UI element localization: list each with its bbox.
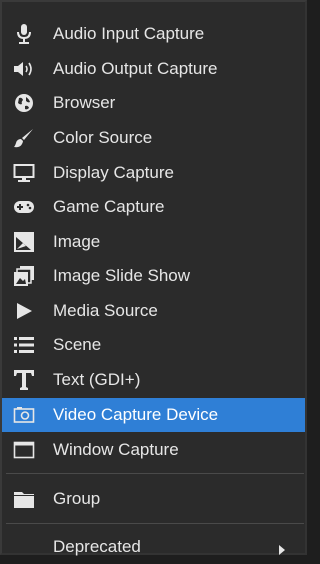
menu-item-browser[interactable]: Browser (2, 86, 305, 120)
menu-item-display-capture[interactable]: Display Capture (2, 156, 305, 190)
menu-item-label: Audio Output Capture (53, 59, 218, 78)
menu-item-label: Window Capture (53, 440, 179, 459)
gamepad-icon (12, 195, 36, 219)
menu-separator (6, 523, 304, 524)
menu-item-label: Browser (53, 93, 116, 112)
speaker-icon (12, 57, 36, 81)
paint-brush-icon (12, 126, 36, 150)
menu-item-color-source[interactable]: Color Source (2, 121, 305, 155)
menu-item-group[interactable]: Group (2, 482, 305, 516)
image-slideshow-icon (12, 264, 36, 288)
image-icon (12, 230, 36, 254)
menu-item-audio-input-capture[interactable]: Audio Input Capture (2, 17, 305, 51)
menu-item-image[interactable]: Image (2, 225, 305, 259)
play-icon (12, 299, 36, 323)
menu-item-media-source[interactable]: Media Source (2, 294, 305, 328)
menu-item-label: Text (GDI+) (53, 370, 141, 389)
window-icon (12, 438, 36, 462)
menu-item-game-capture[interactable]: Game Capture (2, 190, 305, 224)
submenu-arrow-icon (278, 541, 288, 555)
add-source-menu: Audio Input Capture Audio Output Capture… (0, 0, 307, 556)
menu-item-label: Image Slide Show (53, 266, 191, 285)
menu-separator (6, 473, 304, 474)
menu-item-text-gdi[interactable]: Text (GDI+) (2, 363, 305, 397)
menu-item-label: Group (53, 489, 101, 508)
menu-item-label: Color Source (53, 128, 153, 147)
menu-item-label: Image (53, 232, 101, 251)
menu-item-label: Scene (53, 335, 102, 354)
microphone-icon (12, 22, 36, 46)
menu-item-label: Game Capture (53, 197, 165, 216)
menu-item-label: Audio Input Capture (53, 24, 205, 43)
camera-icon (12, 403, 36, 427)
menu-item-window-capture[interactable]: Window Capture (2, 433, 305, 467)
menu-item-image-slide-show[interactable]: Image Slide Show (2, 259, 305, 293)
menu-item-deprecated[interactable]: Deprecated (2, 530, 305, 564)
menu-item-label: Deprecated (53, 537, 141, 556)
folder-icon (12, 487, 36, 511)
menu-item-label: Display Capture (53, 163, 174, 182)
text-icon (12, 368, 36, 392)
menu-item-audio-output-capture[interactable]: Audio Output Capture (2, 52, 305, 86)
globe-icon (12, 91, 36, 115)
menu-item-label: Media Source (53, 301, 158, 320)
menu-item-video-capture-device[interactable]: Video Capture Device (2, 398, 305, 432)
menu-item-label: Video Capture Device (53, 405, 219, 424)
list-icon (12, 333, 36, 357)
menu-item-scene[interactable]: Scene (2, 328, 305, 362)
monitor-icon (12, 161, 36, 185)
